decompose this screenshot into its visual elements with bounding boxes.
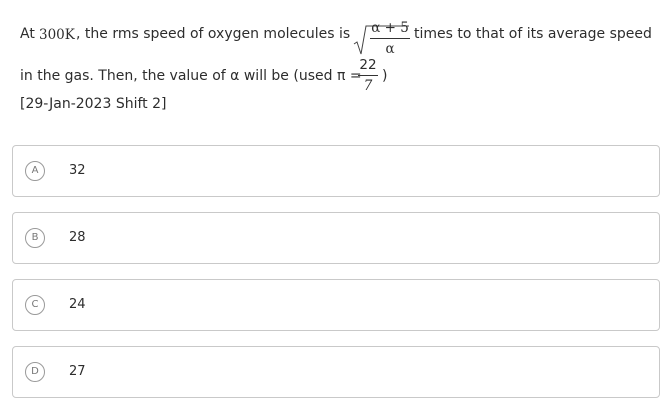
fraction-bar [358,75,378,76]
option-b[interactable]: B 28 [12,212,660,264]
option-letter-icon: D [25,362,45,382]
option-letter-icon: B [25,228,45,248]
question-text-close: ) [382,68,388,84]
option-d[interactable]: D 27 [12,346,660,398]
option-a[interactable]: A 32 [12,145,660,197]
fraction-bar [370,38,410,39]
option-letter-icon: A [25,161,45,181]
question-line-2: in the gas. Then, the value of α will be… [20,57,660,100]
sqrt-denominator: α [385,41,395,57]
question-line-1: At 300K , the rms speed of oxygen molecu… [20,14,660,60]
option-value: 24 [69,297,86,312]
question-text-average: times to that of its average speed [414,26,652,42]
option-value: 28 [69,230,86,245]
exam-tag: [29-Jan-2023 Shift 2] [20,96,167,112]
option-value: 32 [69,163,86,178]
question-text-start: At [20,26,35,42]
temperature-value: 300K [39,27,75,43]
pi-denominator: 7 [363,78,373,94]
option-c[interactable]: C 24 [12,279,660,331]
question-text-gas: in the gas. Then, the value of α will be… [20,68,362,84]
pi-fraction: 22 7 [358,57,378,94]
option-value: 27 [69,364,86,379]
pi-numerator: 22 [359,57,377,73]
sqrt-numerator: α + 5 [371,20,409,36]
sqrt-fraction: α + 5 α [370,20,410,57]
option-letter-icon: C [25,295,45,315]
question-text-rms: , the rms speed of oxygen molecules is [76,26,351,42]
